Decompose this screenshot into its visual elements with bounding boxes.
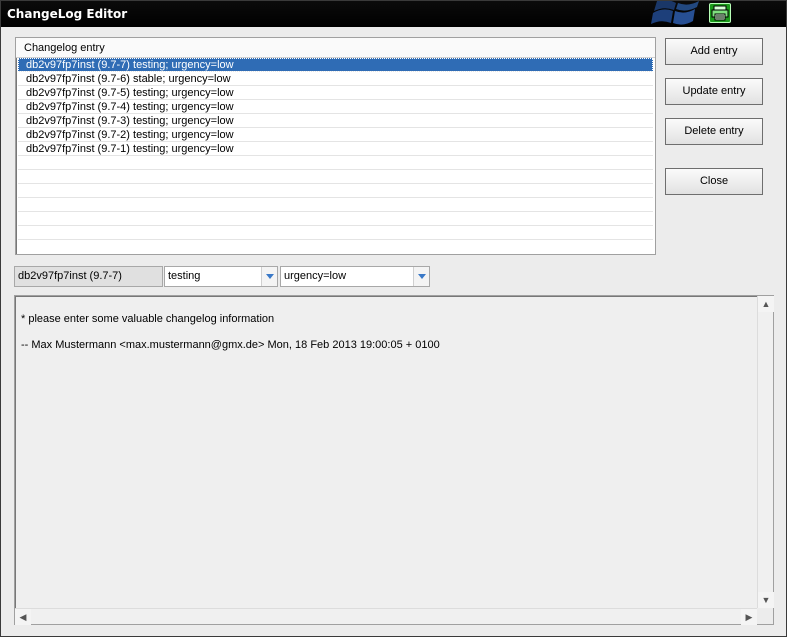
empty-row: . — [18, 212, 653, 226]
list-column-header[interactable]: Changelog entry — [16, 38, 655, 58]
empty-row: . — [18, 170, 653, 184]
scroll-up-icon[interactable]: ▲ — [758, 296, 774, 312]
empty-row: . — [18, 184, 653, 198]
scroll-left-icon[interactable]: ◀ — [15, 609, 31, 625]
list-item[interactable]: db2v97fp7inst (9.7-4) testing; urgency=l… — [18, 100, 653, 114]
delete-entry-button[interactable]: Delete entry — [665, 118, 763, 145]
list-rows: db2v97fp7inst (9.7-7) testing; urgency=l… — [16, 58, 655, 240]
window-title: ChangeLog Editor — [7, 7, 128, 21]
dropdown-arrow-icon[interactable] — [261, 267, 277, 286]
title-bar[interactable]: ChangeLog Editor — [1, 1, 786, 27]
empty-row: . — [18, 156, 653, 170]
urgency-select[interactable]: urgency=low — [280, 266, 430, 287]
close-button[interactable]: Close — [665, 168, 763, 195]
add-entry-button[interactable]: Add entry — [665, 38, 763, 65]
scroll-down-icon[interactable]: ▼ — [758, 592, 774, 608]
urgency-value: urgency=low — [284, 270, 347, 282]
version-field: db2v97fp7inst (9.7-7) — [14, 266, 163, 287]
vertical-scrollbar[interactable]: ▲ ▼ — [757, 296, 774, 608]
changelog-editor-window: ChangeLog Editor Changelog entry db2v97f… — [0, 0, 787, 637]
client-area: Changelog entry db2v97fp7inst (9.7-7) te… — [5, 27, 782, 632]
distribution-value: testing — [168, 270, 201, 282]
empty-row: . — [18, 226, 653, 240]
empty-row: . — [18, 198, 653, 212]
windows-logo-icon — [651, 1, 699, 25]
distribution-select[interactable]: testing — [164, 266, 278, 287]
list-item[interactable]: db2v97fp7inst (9.7-7) testing; urgency=l… — [18, 58, 653, 72]
scrollbar-corner — [757, 608, 773, 624]
changelog-text-editor[interactable]: * please enter some valuable changelog i… — [14, 295, 774, 625]
horizontal-scrollbar[interactable]: ◀ ▶ — [15, 608, 757, 625]
list-item[interactable]: db2v97fp7inst (9.7-2) testing; urgency=l… — [18, 128, 653, 142]
printer-icon — [711, 5, 729, 21]
list-item[interactable]: db2v97fp7inst (9.7-1) testing; urgency=l… — [18, 142, 653, 156]
dropdown-arrow-icon[interactable] — [413, 267, 429, 286]
editor-line: * please enter some valuable changelog i… — [21, 313, 275, 325]
scroll-right-icon[interactable]: ▶ — [741, 609, 757, 625]
editor-line: -- Max Mustermann <max.mustermann@gmx.de… — [21, 339, 440, 351]
update-entry-button[interactable]: Update entry — [665, 78, 763, 105]
window-menu-button[interactable] — [709, 3, 731, 23]
list-item[interactable]: db2v97fp7inst (9.7-6) stable; urgency=lo… — [18, 72, 653, 86]
list-item[interactable]: db2v97fp7inst (9.7-3) testing; urgency=l… — [18, 114, 653, 128]
list-item[interactable]: db2v97fp7inst (9.7-5) testing; urgency=l… — [18, 86, 653, 100]
changelog-entry-list[interactable]: Changelog entry db2v97fp7inst (9.7-7) te… — [15, 37, 656, 255]
